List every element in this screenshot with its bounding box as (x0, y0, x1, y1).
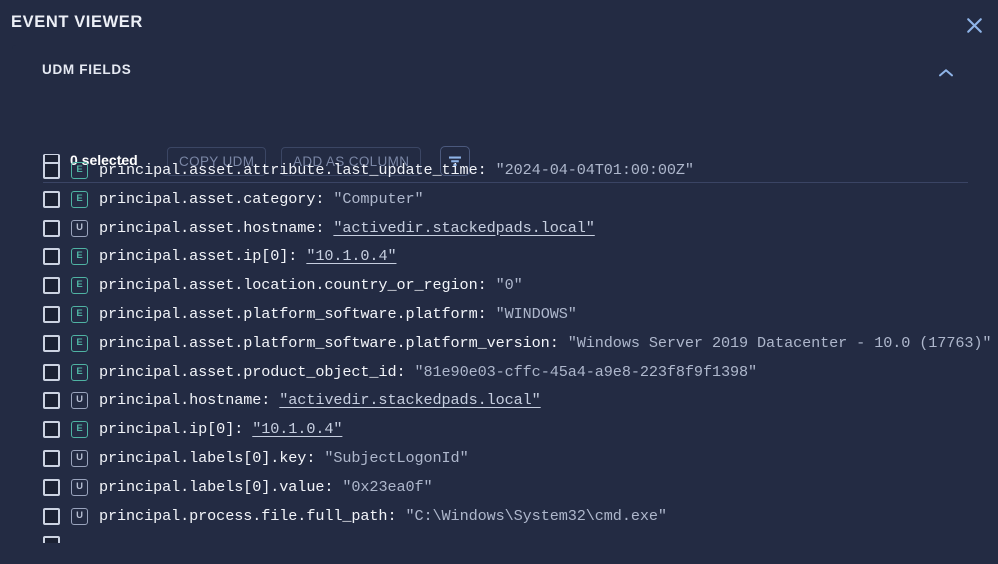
field-value: "2024-04-04T01:00:00Z" (495, 161, 694, 179)
field-key: principal.labels[0].value: (99, 477, 343, 496)
field-text: principal.asset.platform_software.platfo… (99, 300, 577, 329)
udm-badge-icon: U (71, 392, 88, 410)
field-text: principal.asset.location.country_or_regi… (99, 271, 523, 300)
field-text: principal.asset.platform_software.platfo… (99, 329, 992, 358)
list-item[interactable]: Eprincipal.asset.platform_software.platf… (12, 329, 998, 358)
field-text: principal.asset.attribute.last_update_ti… (99, 156, 694, 185)
row-checkbox[interactable] (43, 248, 60, 266)
field-text: principal.labels[0].key: "SubjectLogonId… (99, 444, 469, 473)
field-key: principal.asset.attribute.last_update_ti… (99, 161, 496, 179)
list-item[interactable]: Eprincipal.asset.location.country_or_reg… (12, 271, 998, 300)
udm-badge-icon: U (71, 219, 88, 237)
event-viewer-dialog: EVENT VIEWER UDM FIELDS 0 selected COPY … (0, 0, 998, 564)
udm-badge-icon: U (71, 478, 88, 496)
row-checkbox[interactable] (43, 334, 60, 352)
field-key: principal.asset.platform_software.platfo… (99, 333, 568, 352)
page-title: EVENT VIEWER (11, 13, 143, 31)
field-value-link[interactable]: "10.1.0.4" (306, 247, 396, 265)
row-checkbox[interactable] (43, 363, 60, 381)
field-text: principal.process.file.full_path: "C:\Wi… (99, 502, 667, 531)
udm-fields-heading: UDM FIELDS (42, 62, 132, 77)
row-checkbox[interactable] (43, 162, 60, 179)
row-checkbox[interactable] (43, 449, 60, 467)
list-item[interactable]: Uprincipal.asset.hostname: "activedir.st… (12, 214, 998, 243)
field-value: "C:\Windows\System32\cmd.exe" (405, 506, 667, 525)
field-text: principal.asset.hostname: "activedir.sta… (99, 214, 595, 243)
row-checkbox[interactable] (43, 478, 60, 496)
list-item[interactable]: Eprincipal.asset.ip[0]: "10.1.0.4" (12, 242, 998, 271)
field-value: "SubjectLogonId" (324, 448, 469, 467)
event-badge-icon: E (71, 277, 88, 295)
field-key: principal.asset.platform_software.platfo… (99, 304, 496, 323)
field-key: principal.hostname: (99, 391, 280, 410)
udm-badge-icon: U (71, 507, 88, 525)
field-key: principal.asset.category: (99, 189, 334, 208)
row-checkbox[interactable] (43, 507, 60, 525)
field-value: "Windows Server 2019 Datacenter - 10.0 (… (567, 333, 992, 352)
list-item[interactable]: Eprincipal.asset.platform_software.platf… (12, 300, 998, 329)
udm-rows-container: Eprincipal.asset.attribute.last_update_t… (12, 156, 998, 530)
row-checkbox[interactable] (43, 277, 60, 295)
list-item[interactable]: Uprincipal.labels[0].value: "0x23ea0f" (12, 473, 998, 502)
field-key: principal.asset.ip[0]: (99, 247, 307, 266)
udm-badge-icon: U (71, 449, 88, 467)
list-item[interactable]: Eprincipal.asset.category: "Computer" (12, 185, 998, 214)
event-badge-icon: E (71, 248, 88, 266)
row-checkbox[interactable] (43, 305, 60, 323)
event-badge-icon: E (71, 334, 88, 352)
close-icon-glyph (966, 17, 982, 33)
chevron-up-icon-glyph (939, 69, 953, 77)
field-value-link[interactable]: "10.1.0.4" (252, 420, 342, 438)
field-key: principal.ip[0]: (99, 420, 253, 439)
row-checkbox[interactable] (43, 421, 60, 439)
event-badge-icon: E (71, 363, 88, 381)
list-item[interactable]: Uprincipal.hostname: "activedir.stackedp… (12, 386, 998, 415)
list-divider (43, 182, 968, 183)
field-text: principal.ip[0]: "10.1.0.4" (99, 415, 342, 444)
field-value-link[interactable]: "activedir.stackedpads.local" (279, 391, 541, 409)
field-text: principal.hostname: "activedir.stackedpa… (99, 386, 541, 415)
list-item[interactable]: Eprincipal.asset.attribute.last_update_t… (12, 156, 998, 185)
field-value: "81e90e03-cffc-45a4-a9e8-223f8f9f1398" (414, 362, 758, 381)
close-icon[interactable] (960, 11, 988, 39)
udm-fields-panel: UDM FIELDS 0 selected COPY UDM ADD AS CO… (12, 45, 998, 564)
row-checkbox[interactable] (43, 219, 60, 237)
row-checkbox[interactable] (43, 190, 60, 208)
field-key: principal.asset.location.country_or_regi… (99, 276, 496, 295)
field-value: "0" (495, 276, 523, 295)
list-item[interactable]: Uprincipal.process.file.full_path: "C:\W… (12, 502, 998, 531)
udm-toolbar: 0 selected COPY UDM ADD AS COLUMN (12, 100, 998, 176)
event-badge-icon: E (71, 162, 88, 179)
list-item[interactable]: Eprincipal.asset.product_object_id: "81e… (12, 358, 998, 387)
udm-field-list[interactable]: Eprincipal.asset.attribute.last_update_t… (12, 155, 998, 564)
field-text: principal.asset.category: "Computer" (99, 185, 424, 214)
event-badge-icon: E (71, 190, 88, 208)
field-text: principal.labels[0].value: "0x23ea0f" (99, 473, 433, 502)
list-item[interactable]: Uprincipal.labels[0].key: "SubjectLogonI… (12, 444, 998, 473)
udm-field-list-inner: Eprincipal.asset.attribute.last_update_t… (12, 155, 998, 544)
field-value-link[interactable]: "activedir.stackedpads.local" (333, 219, 595, 237)
field-value: "Computer" (333, 189, 424, 208)
field-key: principal.labels[0].key: (99, 448, 325, 467)
dialog-titlebar: EVENT VIEWER (0, 0, 998, 45)
row-checkbox[interactable] (43, 536, 60, 544)
field-text: principal.asset.ip[0]: "10.1.0.4" (99, 242, 397, 271)
row-checkbox[interactable] (43, 155, 60, 156)
field-value: "0x23ea0f" (342, 477, 433, 496)
field-key: principal.asset.product_object_id: (99, 362, 415, 381)
list-item[interactable] (12, 530, 998, 544)
event-badge-icon: E (71, 305, 88, 323)
udm-panel-header: UDM FIELDS (12, 45, 998, 100)
field-value: "WINDOWS" (495, 304, 577, 323)
row-checkbox[interactable] (43, 392, 60, 410)
chevron-up-icon[interactable] (932, 59, 960, 87)
field-key: principal.asset.hostname: (99, 218, 334, 237)
field-key: principal.process.file.full_path: (99, 506, 406, 525)
event-badge-icon: E (71, 421, 88, 439)
field-text: principal.asset.product_object_id: "81e9… (99, 358, 757, 387)
list-item[interactable]: Eprincipal.ip[0]: "10.1.0.4" (12, 415, 998, 444)
